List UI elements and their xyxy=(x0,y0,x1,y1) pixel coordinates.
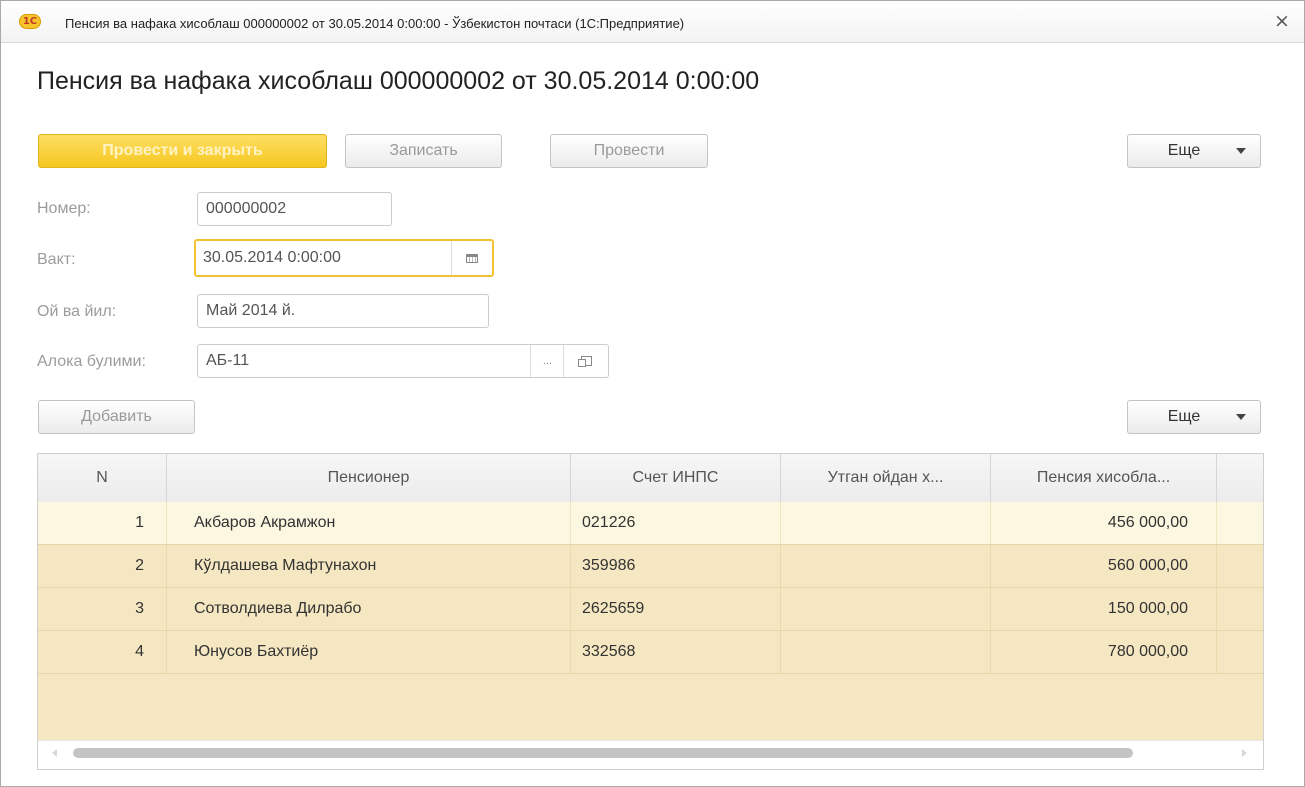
department-field[interactable]: АБ-11 ... xyxy=(197,344,609,378)
title-bar: 1С Пенсия ва нафака хисоблаш 000000002 о… xyxy=(1,1,1304,43)
document-window: 1С Пенсия ва нафака хисоблаш 000000002 о… xyxy=(0,0,1305,787)
scroll-left-icon[interactable] xyxy=(52,749,57,757)
column-header-pensioner[interactable]: Пенсионер xyxy=(167,454,571,502)
horizontal-scrollbar[interactable] xyxy=(38,740,1263,769)
post-button[interactable]: Провести xyxy=(550,134,708,168)
cell-pension-amount: 780 000,00 xyxy=(991,631,1217,673)
more-actions-label: Еще xyxy=(1167,142,1201,159)
column-header-pension-amount[interactable]: Пенсия хисобла... xyxy=(991,454,1217,502)
number-field[interactable]: 000000002 xyxy=(197,192,392,226)
cell-previous-month xyxy=(781,545,991,587)
cell-previous-month xyxy=(781,502,991,544)
window-title: Пенсия ва нафака хисоблаш 000000002 от 3… xyxy=(65,16,685,31)
column-header-previous-month[interactable]: Утган ойдан х... xyxy=(781,454,991,502)
period-field[interactable]: Май 2014 й. xyxy=(197,294,489,328)
open-icon[interactable] xyxy=(563,345,608,377)
cell-pensioner: Акбаров Акрамжон xyxy=(167,502,571,544)
select-button[interactable]: ... xyxy=(530,345,564,377)
chevron-down-icon xyxy=(1236,148,1246,154)
column-header-n[interactable]: N xyxy=(38,454,167,502)
date-value: 30.05.2014 0:00:00 xyxy=(203,249,341,266)
cell-account: 332568 xyxy=(571,631,781,673)
pension-table[interactable]: N Пенсионер Счет ИНПС Утган ойдан х... П… xyxy=(37,453,1264,770)
cell-pension-amount: 560 000,00 xyxy=(991,545,1217,587)
cell-pensioner: Кўлдашева Мафтунахон xyxy=(167,545,571,587)
cell-n: 4 xyxy=(38,631,167,673)
department-value: АБ-11 xyxy=(206,352,250,369)
table-row[interactable]: 2 Кўлдашева Мафтунахон 359986 560 000,00 xyxy=(38,545,1263,588)
cell-n: 3 xyxy=(38,588,167,630)
app-logo-icon: 1С xyxy=(19,14,41,29)
table-row[interactable]: 1 Акбаров Акрамжон 021226 456 000,00 xyxy=(38,502,1263,545)
cell-pensioner: Юнусов Бахтиёр xyxy=(167,631,571,673)
table-header: N Пенсионер Счет ИНПС Утган ойдан х... П… xyxy=(38,454,1263,503)
number-label: Номер: xyxy=(37,200,91,217)
department-label: Алока булими: xyxy=(37,353,146,370)
close-icon[interactable]: × xyxy=(1272,11,1292,31)
table-more-button[interactable]: Еще xyxy=(1127,400,1261,434)
more-actions-button[interactable]: Еще xyxy=(1127,134,1261,168)
date-field[interactable]: 30.05.2014 0:00:00 xyxy=(194,239,494,277)
table-row[interactable]: 3 Сотволдиева Дилрабо 2625659 150 000,00 xyxy=(38,588,1263,631)
cell-account: 021226 xyxy=(571,502,781,544)
table-more-label: Еще xyxy=(1167,408,1201,425)
cell-n: 1 xyxy=(38,502,167,544)
save-button[interactable]: Записать xyxy=(345,134,502,168)
cell-account: 2625659 xyxy=(571,588,781,630)
chevron-down-icon xyxy=(1236,414,1246,420)
table-row[interactable]: 4 Юнусов Бахтиёр 332568 780 000,00 xyxy=(38,631,1263,674)
cell-pension-amount: 150 000,00 xyxy=(991,588,1217,630)
scrollbar-thumb[interactable] xyxy=(73,748,1133,758)
post-and-close-button[interactable]: Провести и закрыть xyxy=(38,134,327,168)
cell-pensioner: Сотволдиева Дилрабо xyxy=(167,588,571,630)
date-label: Вакт: xyxy=(37,251,76,268)
cell-previous-month xyxy=(781,588,991,630)
cell-n: 2 xyxy=(38,545,167,587)
column-header-account[interactable]: Счет ИНПС xyxy=(571,454,781,502)
cell-previous-month xyxy=(781,631,991,673)
cell-pension-amount: 456 000,00 xyxy=(991,502,1217,544)
page-title: Пенсия ва нафака хисоблаш 000000002 от 3… xyxy=(37,67,760,95)
add-row-button[interactable]: Добавить xyxy=(38,400,195,434)
scroll-right-icon[interactable] xyxy=(1242,749,1247,757)
period-label: Ой ва йил: xyxy=(37,303,117,320)
calendar-icon[interactable] xyxy=(451,241,492,275)
cell-account: 359986 xyxy=(571,545,781,587)
